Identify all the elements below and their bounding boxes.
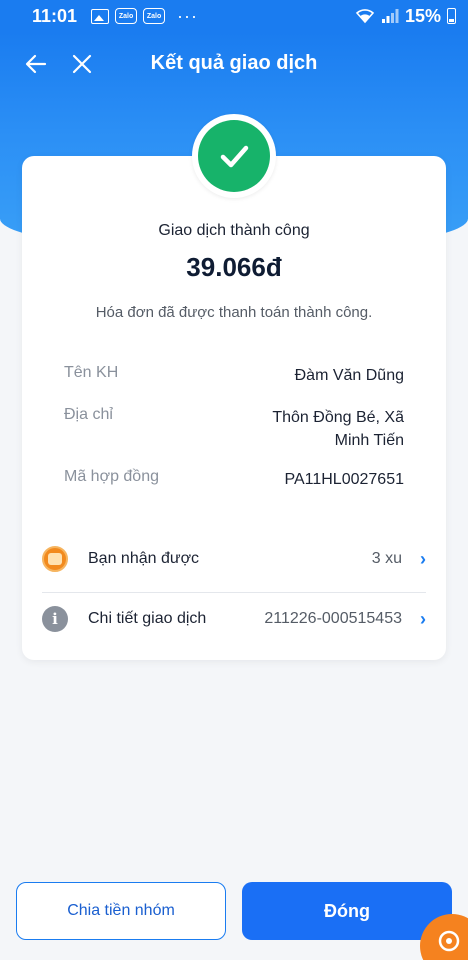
transaction-id: 211226-000515453 (264, 610, 402, 627)
detail-value: Đàm Văn Dũng (294, 367, 404, 384)
more-notifications-icon: ··· (177, 5, 199, 26)
app-header: Kết quả giao dịch (0, 32, 468, 94)
status-bar: 11:01 Zalo Zalo ··· 15% (0, 0, 468, 32)
divider (42, 592, 426, 593)
checkmark-icon (220, 145, 249, 168)
signal-icon (381, 9, 399, 23)
battery-percent: 15% (404, 5, 441, 26)
close-button[interactable] (64, 46, 100, 82)
wifi-icon (355, 9, 375, 24)
coin-icon (42, 546, 68, 572)
detail-value: PA11HL0027651 (284, 471, 404, 488)
detail-label: Mã hợp đồng (64, 468, 159, 485)
chevron-right-icon: › (420, 548, 426, 569)
reward-row[interactable]: Bạn nhận được 3 xu › (42, 534, 426, 584)
battery-icon (447, 8, 456, 24)
transaction-detail-row[interactable]: i Chi tiết giao dịch 211226-000515453 › (42, 594, 426, 644)
split-bill-button[interactable]: Chia tiền nhóm (16, 882, 226, 940)
back-button[interactable] (18, 46, 54, 82)
transaction-description: Hóa đơn đã được thanh toán thành công. (95, 304, 373, 321)
detail-label: Tên KH (64, 364, 119, 381)
transaction-amount: 39.066đ (186, 252, 282, 282)
close-done-button[interactable]: Đóng (242, 882, 452, 940)
zalo-notification-icon: Zalo (143, 8, 166, 24)
success-badge (192, 114, 276, 198)
transaction-detail-label: Chi tiết giao dịch (88, 610, 207, 627)
status-time: 11:01 (32, 5, 78, 26)
close-icon (72, 54, 92, 74)
reward-label: Bạn nhận được (88, 550, 200, 567)
chat-bubble-icon (438, 930, 460, 952)
zalo-notification-icon: Zalo (115, 8, 138, 24)
detail-label: Địa chỉ (64, 406, 113, 423)
reward-value: 3 xu (371, 550, 402, 567)
image-notification-icon (91, 8, 110, 24)
result-card: Giao dịch thành công 39.066đ Hóa đơn đã … (22, 156, 446, 660)
transaction-status: Giao dịch thành công (158, 222, 310, 239)
chevron-right-icon: › (420, 608, 426, 629)
info-icon: i (42, 606, 68, 632)
arrow-left-icon (25, 54, 47, 74)
detail-value: Thôn Đồng Bé, Xã Minh Tiến (272, 409, 404, 449)
